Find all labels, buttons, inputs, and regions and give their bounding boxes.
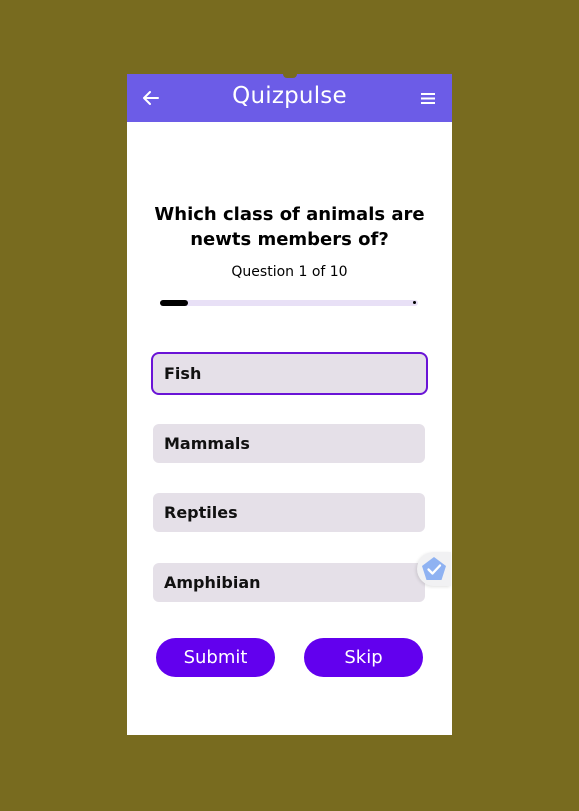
question-text: Which class of animals are newts members… — [154, 204, 425, 250]
progress-bar-fill — [160, 300, 188, 306]
progress-end-dot — [413, 301, 416, 304]
submit-button[interactable]: Submit — [156, 638, 275, 677]
answer-option-reptiles[interactable]: Reptiles — [153, 493, 425, 532]
answer-option-mammals[interactable]: Mammals — [153, 424, 425, 463]
progress-label: Question 1 of 10 — [231, 264, 348, 280]
skip-button[interactable]: Skip — [304, 638, 423, 677]
answer-option-amphibian[interactable]: Amphibian — [153, 563, 425, 602]
answer-option-fish[interactable]: Fish — [151, 352, 428, 395]
app-bar: Quizpulse — [127, 74, 452, 122]
progress-bar — [160, 300, 418, 306]
screen-notch — [283, 74, 297, 78]
floating-badge-button[interactable] — [417, 552, 451, 586]
app-title: Quizpulse — [232, 83, 347, 109]
verified-check-icon — [422, 557, 446, 580]
phone-screen: Quizpulse Which class of animals are new… — [127, 74, 452, 735]
menu-button[interactable] — [414, 84, 442, 112]
hamburger-menu-icon — [421, 92, 435, 104]
